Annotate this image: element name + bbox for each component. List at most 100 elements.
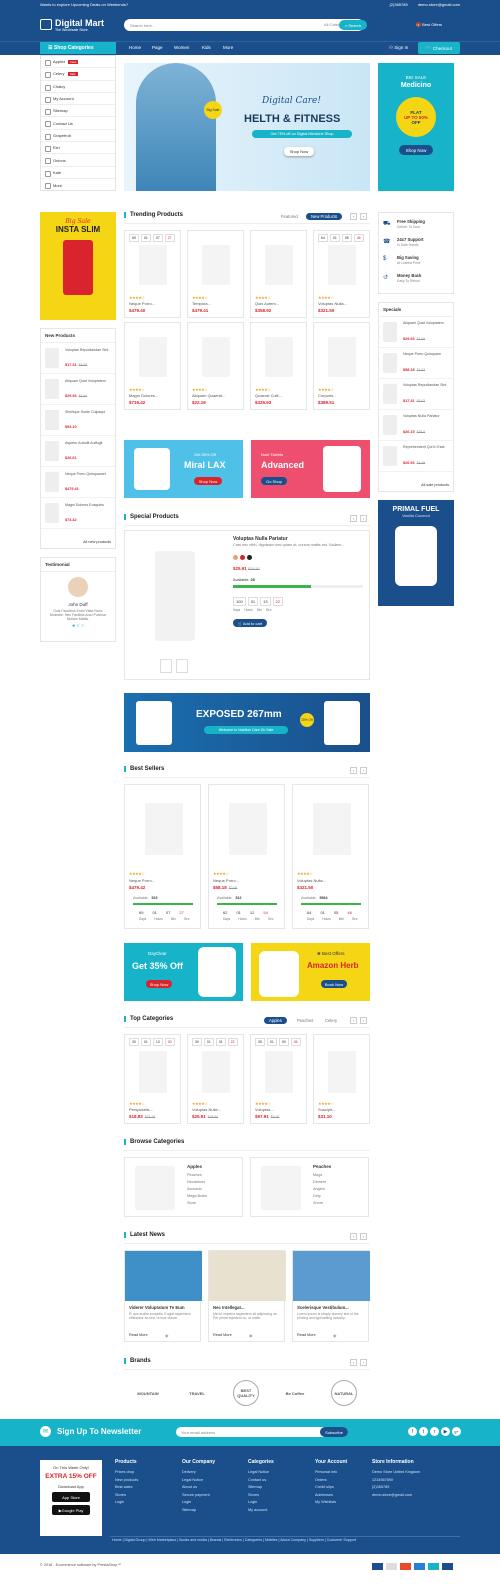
brand-logo[interactable]: BEST QUALITY [233, 1380, 259, 1406]
sidebar-item[interactable]: Contact Us [41, 117, 115, 130]
prev-arrow-icon[interactable]: ‹ [350, 1233, 357, 1240]
product-name[interactable]: Neque Porro... [213, 878, 239, 883]
news-card[interactable]: Viderer Voluptatum Te Eum Ei quo audire e… [124, 1250, 202, 1342]
news-image[interactable] [125, 1251, 202, 1301]
footer-link[interactable]: Best sales [115, 1485, 179, 1489]
sidebar-item[interactable]: My Account [41, 93, 115, 106]
category-link[interactable]: Store [187, 1201, 196, 1205]
footer-link[interactable]: Stores [248, 1493, 312, 1497]
search-input[interactable]: Search here... All Categories ⌕ Search [124, 19, 367, 31]
sidebar-item[interactable]: Applez New [41, 56, 115, 69]
footer-link[interactable]: Stores [115, 1493, 179, 1497]
product-image[interactable] [139, 1051, 167, 1093]
app-store-button[interactable]: App Store [52, 1492, 90, 1502]
product-card[interactable]: ★★★★☆ Corporis... $389.51 [313, 322, 370, 410]
list-item[interactable]: Voluptas Repudiandae Sint $17.31 $3.03 [379, 379, 453, 410]
twitter-icon[interactable]: t [419, 1427, 428, 1436]
list-item[interactable]: Voluptas Nulla Pariatur $26.15 $28.5 [379, 410, 453, 441]
prev-arrow-icon[interactable]: ‹ [350, 1017, 357, 1024]
read-more-link[interactable]: Read More [129, 1333, 148, 1337]
advanced-shop-button[interactable]: Go Shop [261, 477, 287, 485]
signin-link[interactable]: ⚇ Sign In [389, 45, 408, 51]
dayclear-shop-button[interactable]: Shop Now [146, 980, 172, 988]
category-link[interactable]: Nectarines [187, 1180, 205, 1184]
special-product-name[interactable]: Voluptas Nulla Pariatur [233, 536, 288, 542]
product-card[interactable]: ★★★★☆ Neque Porro... $479.42 Available: 519 6… [124, 784, 201, 929]
product-image[interactable] [202, 337, 230, 377]
product-name[interactable]: Magni Dolores... [129, 393, 158, 398]
advanced-banner[interactable]: Nutri Tablets Advanced Go Shop [251, 440, 370, 498]
footer-link[interactable]: Delivery [182, 1470, 246, 1474]
sidebar-item[interactable]: Grapefruit [41, 130, 115, 143]
footer-link[interactable]: About us [182, 1485, 246, 1489]
exposed-banner[interactable]: EXPOSED 267mm Welcome to Nutrition Care … [124, 693, 370, 752]
category-link[interactable]: Mega Bulbs [187, 1194, 207, 1198]
product-card[interactable]: 64 01 05 46 ★★★★☆ Voluptas Nulla... $321.50 [313, 230, 370, 318]
tab-new-products[interactable]: New Products [306, 213, 343, 220]
brand-logo[interactable]: TRAVEL [177, 1380, 217, 1406]
product-card[interactable]: 30 01 13 30 ★★★★☆ Perspiciatis... $18.83 $23.18 [124, 1034, 181, 1124]
list-item[interactable]: Voluptas Repudiandae Sint $17.31 $3.08 [41, 343, 115, 374]
logo[interactable]: Digital Mart The Wholesale Store [55, 18, 104, 32]
product-image[interactable] [229, 803, 267, 855]
all-new-products-link[interactable]: All new products [83, 540, 111, 544]
news-title[interactable]: Nec Intellegat... [213, 1305, 245, 1310]
prev-arrow-icon[interactable]: ‹ [350, 515, 357, 522]
footer-link[interactable]: Login [182, 1500, 246, 1504]
hero-banner[interactable]: Big Sale Digital Care! HELTH & FITNESS G… [124, 63, 370, 191]
tab-peaches[interactable]: Peaches [292, 1017, 318, 1024]
nav-kids[interactable]: Kids [202, 45, 211, 50]
category-link[interactable]: Avocado [187, 1187, 202, 1191]
category-image[interactable] [261, 1166, 301, 1210]
product-card[interactable]: ★★★★☆ Quaerat Culti... $326.93 [250, 322, 307, 410]
product-image[interactable] [328, 1051, 356, 1093]
exposed-button[interactable]: Welcome to Nutrition Care On Sale [204, 726, 288, 734]
checkout-button[interactable]: 🛒 Checkout [418, 42, 460, 54]
product-card[interactable]: ★★★★☆ Suscipit... $31.10 [313, 1034, 370, 1124]
list-item[interactable]: Aliquam Quat Voluptatem $29.93 $1.00 [379, 317, 453, 348]
footer-link[interactable]: Credit slips [315, 1485, 379, 1489]
news-title[interactable]: Scelerisque Vestibulum... [297, 1305, 349, 1310]
category-link[interactable]: Peaches [187, 1173, 202, 1177]
insta-slim-banner[interactable]: Big Sale INSTA SLIM [40, 212, 116, 320]
product-card[interactable]: ★★★★☆ Quis Autem... $358.92 [250, 230, 307, 318]
special-product-image[interactable] [155, 551, 195, 641]
footer-link[interactable]: New products [115, 1478, 179, 1482]
product-image[interactable] [313, 803, 351, 855]
best-offers-link[interactable]: 🎁 Best Offers [416, 22, 442, 27]
product-image[interactable] [265, 1051, 293, 1093]
list-item[interactable]: Neque Porro Quisquam $58.18 $2.03 [379, 348, 453, 379]
shop-categories-button[interactable]: ☰ Shop Categories [40, 42, 116, 54]
footer-link[interactable]: Prices drop [115, 1470, 179, 1474]
brand-logo[interactable]: NATURAL [331, 1380, 357, 1406]
product-image[interactable] [145, 803, 183, 855]
footer-link[interactable]: Legal Notice [248, 1470, 312, 1474]
footer-link[interactable]: demo.store@gmail.com [372, 1493, 436, 1497]
product-name[interactable]: Corporis... [318, 393, 336, 398]
hero-shop-button[interactable]: Shop Now [284, 147, 314, 156]
nav-home[interactable]: Home [129, 45, 141, 50]
product-card[interactable]: ★★★★☆ Tempora... $479.41 [187, 230, 244, 318]
next-arrow-icon[interactable]: › [360, 1233, 367, 1240]
nav-women[interactable]: Women [174, 45, 189, 50]
amazon-herb-banner[interactable]: ❀ Best Offers Amazon Herb Book Now [251, 943, 370, 1001]
footer-link[interactable]: Sitemap [248, 1485, 312, 1489]
product-image[interactable] [202, 1051, 230, 1093]
thumb-2[interactable] [176, 659, 188, 673]
footer-bottom-links[interactable]: Home | Digital Group | Web Marketplace |… [112, 1538, 356, 1542]
footer-link[interactable]: Sitemap [182, 1508, 246, 1512]
product-card[interactable]: 69 01 07 27 ★★★★☆ Neque Porro... $479.40 [124, 230, 181, 318]
product-name[interactable]: Suscipit... [318, 1107, 335, 1112]
category-image[interactable] [135, 1166, 175, 1210]
prev-arrow-icon[interactable]: ‹ [350, 213, 357, 220]
next-arrow-icon[interactable]: › [360, 213, 367, 220]
sidebar-item[interactable]: More [41, 179, 115, 191]
product-image[interactable] [328, 245, 356, 285]
promo-shop-button[interactable]: Shop Now [399, 145, 433, 155]
facebook-icon[interactable]: f [408, 1427, 417, 1436]
product-name[interactable]: Voluptas Nulla... [318, 301, 347, 306]
product-name[interactable]: Voluptas... [255, 1107, 274, 1112]
news-image[interactable] [293, 1251, 370, 1301]
product-card[interactable]: ★★★★☆ Aliquam Quaerat... $22.19 [187, 322, 244, 410]
sidebar-item[interactable]: Sitemap [41, 105, 115, 118]
